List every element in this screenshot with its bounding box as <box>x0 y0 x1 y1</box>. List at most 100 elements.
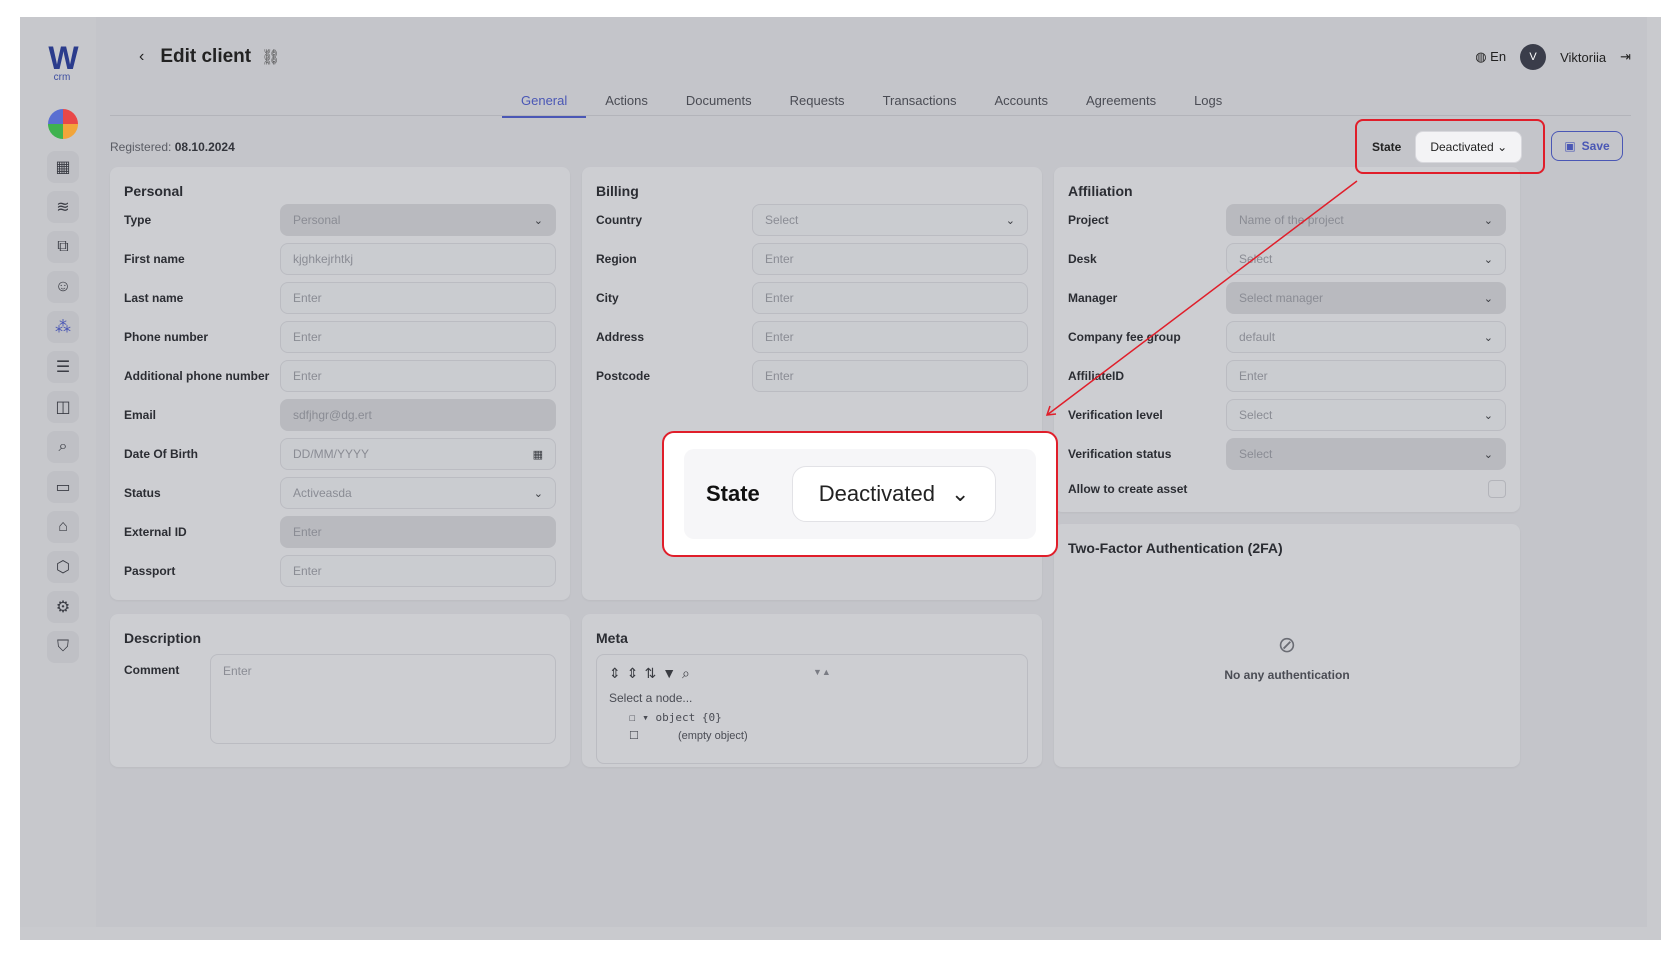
language-switch[interactable]: ◍ En <box>1475 49 1506 65</box>
tab-divider <box>110 115 1631 116</box>
affiliation-field-input[interactable]: Select ⌄ <box>1226 243 1506 275</box>
logout-icon[interactable]: ⇥ <box>1620 49 1631 65</box>
allow-asset-checkbox[interactable] <box>1488 480 1506 498</box>
personal-field-input[interactable]: Personal ⌄ <box>280 204 556 236</box>
registered-label: Registered: <box>110 140 172 154</box>
affiliation-field-input[interactable]: Name of the project ⌄ <box>1226 204 1506 236</box>
affiliation-row: Desk Select ⌄ <box>1068 243 1506 275</box>
personal-field-label: First name <box>124 252 185 266</box>
save-label: Save <box>1581 139 1610 153</box>
hierarchy-icon[interactable]: ⧉ <box>47 231 79 263</box>
personal-field-value: Enter <box>293 291 322 305</box>
expand-icon[interactable]: ▾ <box>642 711 649 724</box>
grid-icon[interactable]: ▦ <box>47 151 79 183</box>
personal-field-input[interactable]: sdfjhgr@dg.ert <box>280 399 556 431</box>
affiliation-field-input[interactable]: Select manager ⌄ <box>1226 282 1506 314</box>
personal-row: Type Personal ⌄ <box>124 204 556 236</box>
affiliation-field-input[interactable]: default ⌄ <box>1226 321 1506 353</box>
shield-icon[interactable]: ⛉ <box>47 631 79 663</box>
tasks-icon[interactable]: ☰ <box>47 351 79 383</box>
save-button[interactable]: ▣ Save <box>1551 131 1623 161</box>
checkbox-icon[interactable]: ☐ <box>629 730 639 742</box>
object-label: object {0} <box>655 711 722 724</box>
layers-icon[interactable]: ≋ <box>47 191 79 223</box>
affiliation-field-input[interactable]: Enter <box>1226 360 1506 392</box>
page-header: ‹ Edit client ⛓ <box>139 46 280 68</box>
personal-field-value: Enter <box>293 330 322 344</box>
personal-field-input[interactable]: Enter <box>280 321 556 353</box>
billing-field-label: Region <box>596 252 637 266</box>
folder-icon[interactable]: ▭ <box>47 471 79 503</box>
personal-field-label: Phone number <box>124 330 209 344</box>
app-frame: W crm ▦ ≋ ⧉ ☺ ⁂ ☰ ◫ ⌕ ▭ ⌂ ⬡ ⚙ ⛉ ‹ Edit c… <box>20 17 1661 940</box>
billing-field-input[interactable]: Select ⌄ <box>752 204 1028 236</box>
calendar-icon[interactable]: ▦ <box>533 448 543 461</box>
json-tree: ⇕⇕⇅▼⌕ ▼▲ Select a node... ☐ ▾ object {0}… <box>596 654 1028 764</box>
billing-field-input[interactable]: Enter <box>752 243 1028 275</box>
sidebar: W crm ▦ ≋ ⧉ ☺ ⁂ ☰ ◫ ⌕ ▭ ⌂ ⬡ ⚙ ⛉ <box>20 17 96 927</box>
logo[interactable]: W crm <box>44 42 80 83</box>
personal-row: Additional phone number Enter <box>124 360 556 392</box>
comment-label: Comment <box>124 663 180 677</box>
bank-icon[interactable]: ⌂ <box>47 511 79 543</box>
basket-icon[interactable]: ◫ <box>47 391 79 423</box>
clients-icon[interactable]: ⁂ <box>47 311 79 343</box>
back-icon[interactable]: ‹ <box>139 48 144 66</box>
personal-field-input[interactable]: kjghkejrhtkj <box>280 243 556 275</box>
twofa-empty-text: No any authentication <box>1224 668 1350 682</box>
select-node-text: Select a node... <box>609 691 693 705</box>
personal-field-input[interactable]: DD/MM/YYYY ▦ <box>280 438 556 470</box>
personal-title: Personal <box>124 183 184 199</box>
state-dropdown[interactable]: Deactivated ⌄ <box>1415 130 1523 163</box>
globe-icon: ◍ <box>1475 49 1487 64</box>
sort-arrows-icon[interactable]: ▼▲ <box>813 667 831 677</box>
billing-field-input[interactable]: Enter <box>752 282 1028 314</box>
personal-field-input[interactable]: Enter <box>280 516 556 548</box>
tree-toolbar[interactable]: ⇕⇕⇅▼⌕ <box>609 665 696 682</box>
personal-field-input[interactable]: Enter <box>280 282 556 314</box>
billing-field-label: Address <box>596 330 645 344</box>
callout-state-value: Deactivated <box>818 481 935 506</box>
chevron-down-icon: ⌄ <box>1483 253 1493 266</box>
personal-field-input[interactable]: Enter <box>280 555 556 587</box>
chevron-down-icon: ⌄ <box>1483 409 1493 422</box>
settings-icon[interactable]: ⚙ <box>47 591 79 623</box>
affiliation-row: Manager Select manager ⌄ <box>1068 282 1506 314</box>
affiliation-field-value: Select <box>1239 408 1273 422</box>
affiliation-title: Affiliation <box>1068 183 1133 199</box>
cube-icon[interactable]: ⬡ <box>47 551 79 583</box>
avatar[interactable]: V <box>1520 44 1547 70</box>
billing-field-value: Select <box>765 213 799 227</box>
state-label: State <box>1372 139 1402 154</box>
affiliation-field-value: Select manager <box>1239 291 1324 305</box>
user-name[interactable]: Viktoriia <box>1560 50 1606 65</box>
affiliation-row: Verification status Select ⌄ <box>1068 438 1506 470</box>
comment-textarea[interactable]: Enter <box>210 654 556 744</box>
personal-field-input[interactable]: Enter <box>280 360 556 392</box>
callout-state-dropdown[interactable]: Deactivated ⌄ <box>791 466 997 522</box>
chevron-down-icon: ⌄ <box>1483 214 1493 227</box>
link-icon[interactable]: ⛓ <box>261 48 280 66</box>
users-icon[interactable]: ☺ <box>47 271 79 303</box>
checkbox-icon[interactable]: ☐ <box>629 711 636 724</box>
affiliation-field-value: Enter <box>1239 369 1268 383</box>
affiliation-field-value: default <box>1239 330 1276 344</box>
personal-field-value: Enter <box>293 525 322 539</box>
twofa-card: Two-Factor Authentication (2FA) ⊘ No any… <box>1054 524 1520 767</box>
affiliation-row: Project Name of the project ⌄ <box>1068 204 1506 236</box>
affiliation-field-label: Project <box>1068 213 1109 227</box>
registered-date: 08.10.2024 <box>174 140 235 154</box>
dashboard-pie-icon[interactable] <box>48 109 78 139</box>
affiliation-field-input[interactable]: Select ⌄ <box>1226 399 1506 431</box>
affiliation-field-input[interactable]: Select ⌄ <box>1226 438 1506 470</box>
search-icon[interactable]: ⌕ <box>47 431 79 463</box>
billing-field-input[interactable]: Enter <box>752 360 1028 392</box>
affiliation-field-label: Verification status <box>1068 447 1172 461</box>
personal-field-input[interactable]: Activeasda ⌄ <box>280 477 556 509</box>
billing-row: Postcode Enter <box>596 360 1028 392</box>
billing-field-value: Enter <box>765 252 794 266</box>
tree-object-node[interactable]: ☐ ▾ object {0} <box>629 711 722 724</box>
chevron-down-icon: ⌄ <box>950 481 970 506</box>
personal-row: Passport Enter <box>124 555 556 587</box>
billing-field-input[interactable]: Enter <box>752 321 1028 353</box>
